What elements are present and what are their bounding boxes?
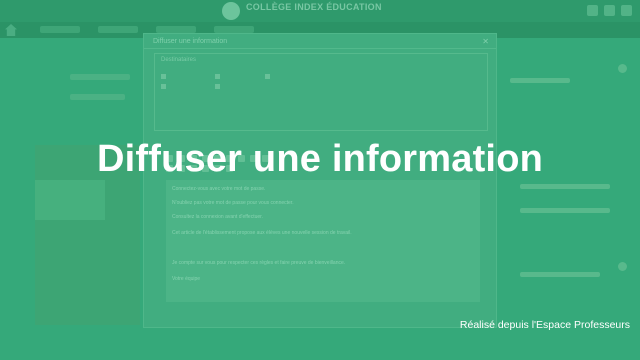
recipient-checkbox[interactable] [215,84,223,90]
editor-line: Votre équipe [172,276,201,282]
editor-line: Cet article de l'établissement propose a… [172,230,352,236]
dialog-title: Diffuser une information [153,38,228,45]
left-highlight-block [35,180,105,220]
recipient-checkbox[interactable] [161,74,169,80]
panel-line [510,78,570,83]
nav-item[interactable] [98,26,138,33]
panel-icon[interactable] [618,262,627,271]
top-bar: COLLÈGE INDEX ÉDUCATION [0,0,640,22]
message-editor[interactable]: Connectez-vous avec votre mot de passe. … [166,180,480,302]
nav-items [40,26,254,33]
panel-line [70,74,130,80]
close-icon[interactable]: ✕ [482,37,489,46]
recipient-checkbox[interactable] [161,84,169,90]
left-panel [0,40,140,360]
recipient-checkbox[interactable] [215,74,223,80]
nav-item[interactable] [156,26,196,33]
school-name: COLLÈGE INDEX ÉDUCATION [246,2,382,12]
panel-line [70,94,125,100]
panel-line [520,272,600,277]
editor-line: Connectez-vous avec votre mot de passe. [172,186,266,192]
panel-icon[interactable] [618,64,627,73]
video-caption: Réalisé depuis l'Espace Professeurs [459,319,630,331]
school-logo [222,2,240,20]
home-icon[interactable] [5,24,17,36]
notification-icon[interactable] [587,5,598,16]
right-panel [490,40,640,360]
nav-item[interactable] [214,26,254,33]
editor-line: Consultez la connexion avant d'effectuer… [172,214,263,220]
editor-line: N'oubliez pas votre mot de passe pour vo… [172,200,294,206]
settings-icon[interactable] [604,5,615,16]
video-headline: Diffuser une information [96,138,544,180]
recipients-label: Destinataires [161,57,197,63]
recipients-box: Destinataires [154,53,488,131]
dialog-divider [144,48,496,49]
nav-item[interactable] [40,26,80,33]
editor-line: Je compte sur vous pour respecter ces rè… [172,260,346,266]
panel-line [520,184,610,189]
panel-line [520,208,610,213]
top-icons [587,5,632,16]
logout-icon[interactable] [621,5,632,16]
recipient-checkbox[interactable] [265,74,273,80]
